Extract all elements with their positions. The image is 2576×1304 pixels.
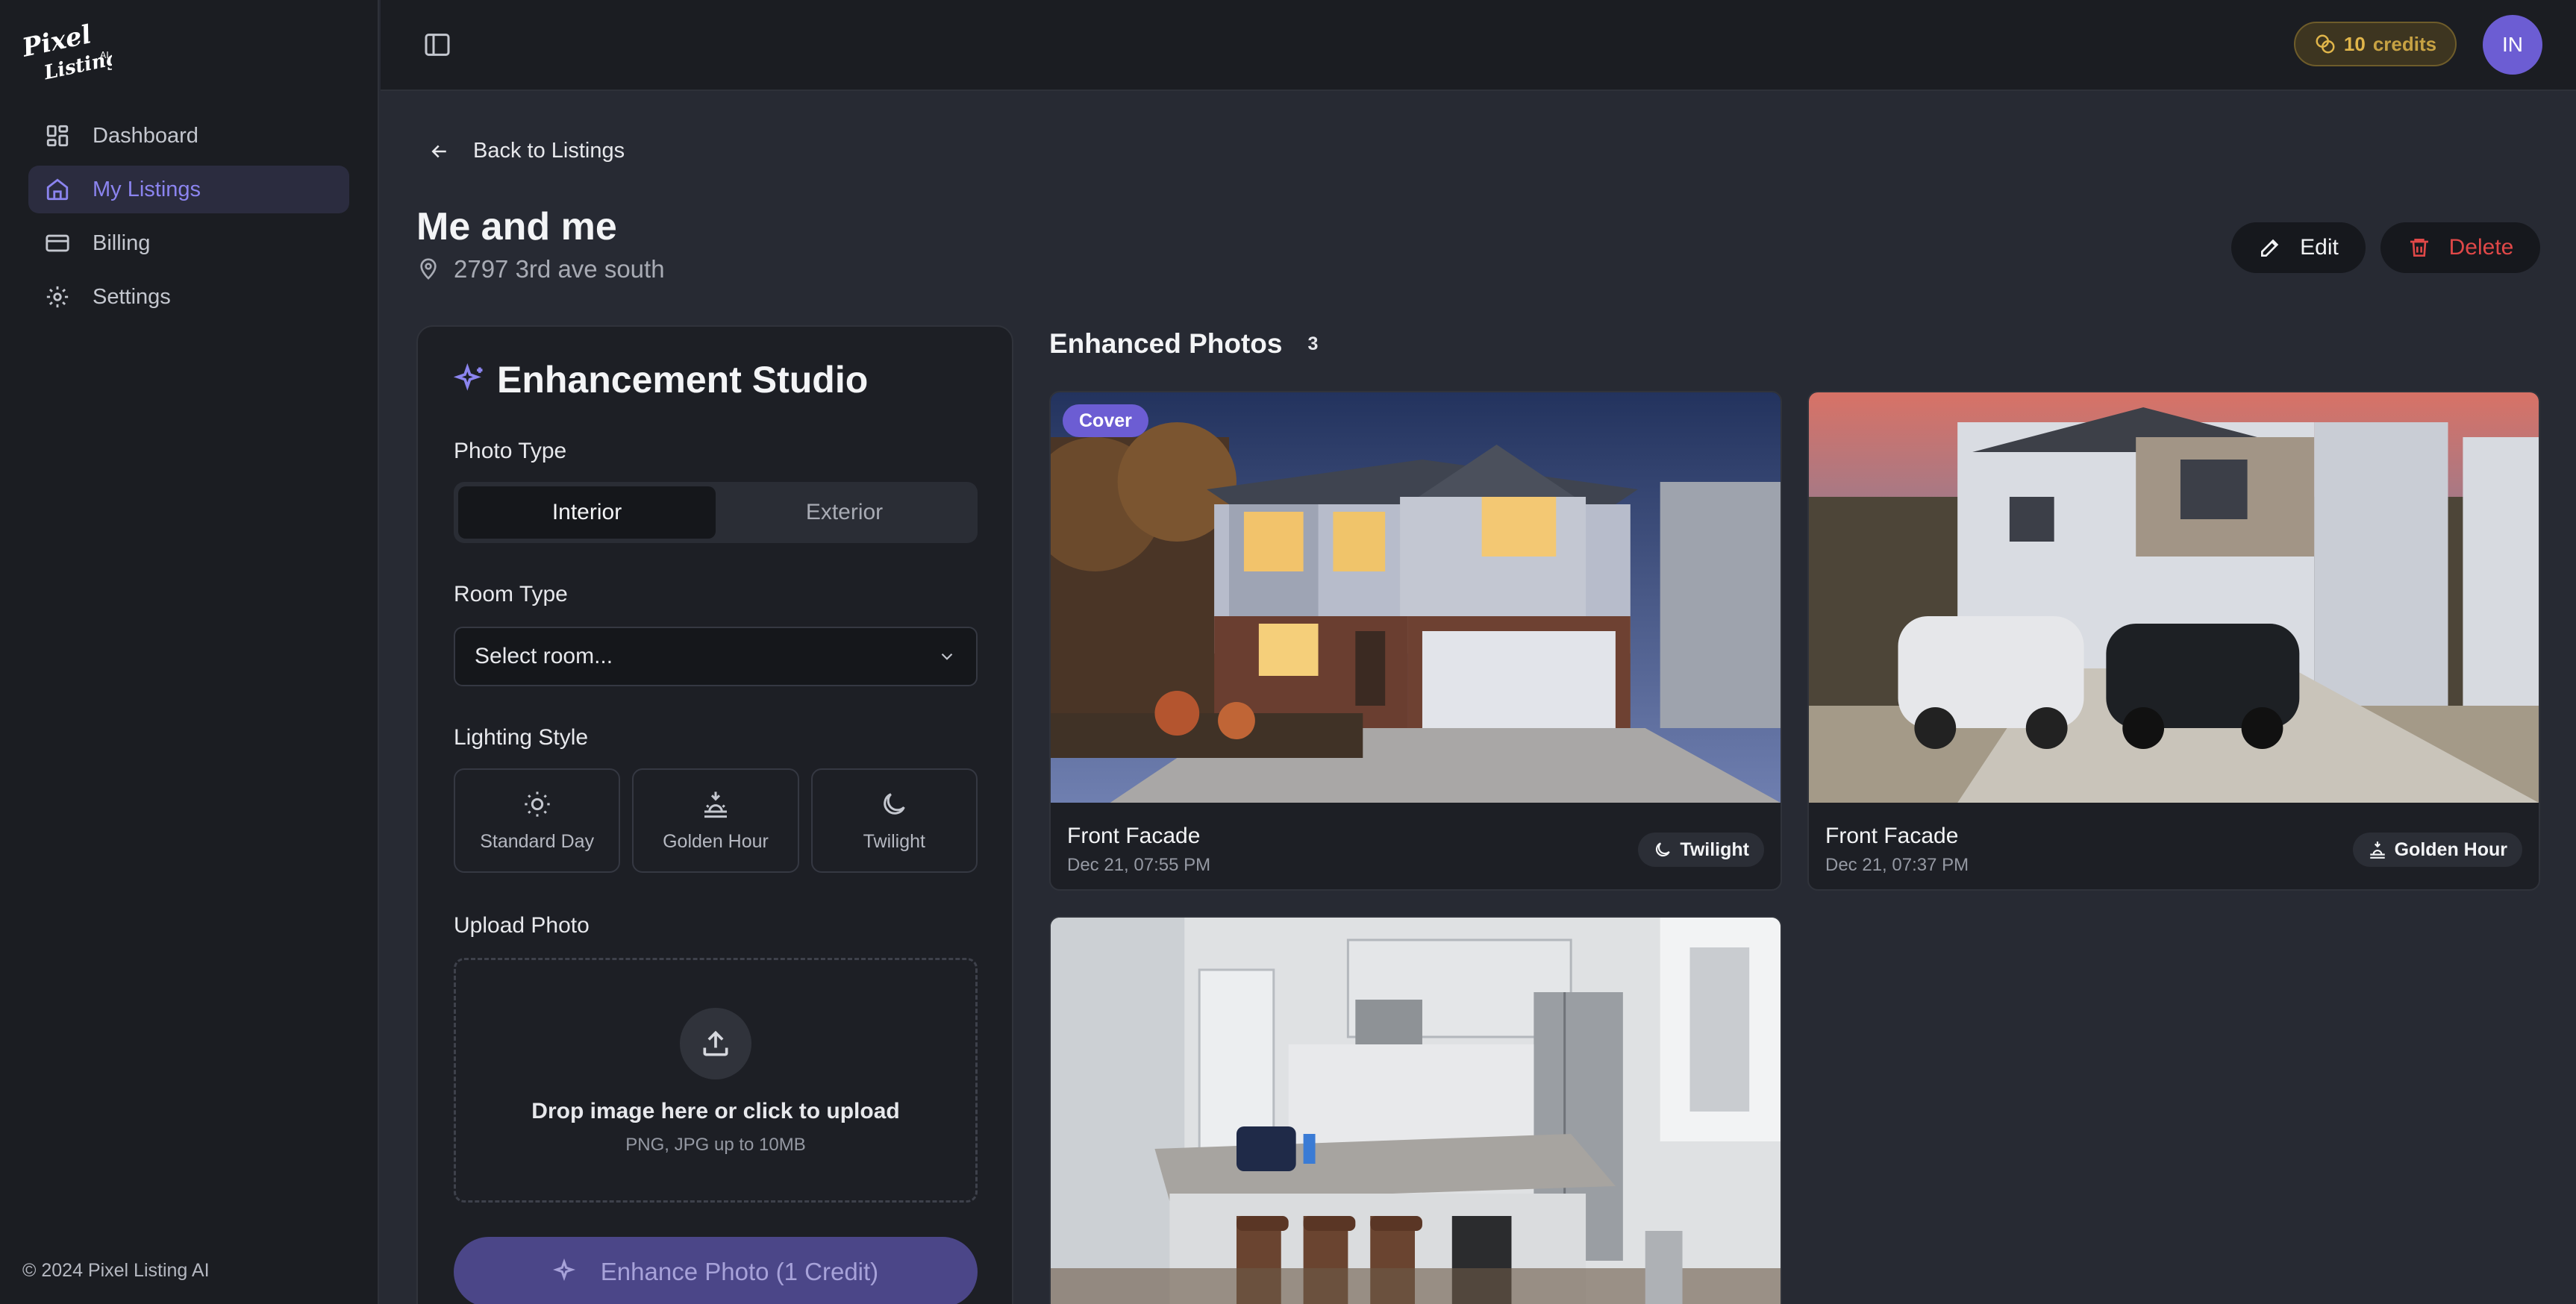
page-title: Me and me: [416, 205, 617, 248]
room-type-select[interactable]: Select room...: [454, 627, 978, 686]
sunset-icon: [704, 791, 727, 818]
studio-title: Enhancement Studio: [454, 358, 868, 401]
dashboard-icon: [46, 125, 69, 147]
photo-type-exterior[interactable]: Exterior: [716, 486, 973, 539]
sidebar-toggle-icon: [425, 34, 450, 56]
trash-icon: [2410, 239, 2428, 257]
chevron-down-icon: [941, 653, 953, 660]
photo-card-info: Front Facade Dec 21, 07:37 PM: [1825, 824, 1969, 876]
sidebar-item-dashboard[interactable]: Dashboard: [28, 112, 349, 160]
address-text: 2797 3rd ave south: [454, 255, 665, 283]
credit-card-icon: [46, 234, 69, 252]
lighting-tag: Golden Hour: [2352, 833, 2522, 867]
photo-date: Dec 21, 07:37 PM: [1825, 855, 1969, 875]
upload-hint: PNG, JPG up to 10MB: [625, 1135, 806, 1155]
sparkles-icon: [454, 363, 483, 391]
gallery-header: Enhanced Photos 3: [1049, 328, 1318, 360]
delete-label: Delete: [2448, 235, 2514, 260]
lighting-standard-day[interactable]: Standard Day: [454, 768, 621, 873]
back-to-listings-link[interactable]: Back to Listings: [428, 139, 625, 163]
photo-card[interactable]: Cover Front Facade Dec 21, 07:55 PM Twil…: [1049, 391, 1782, 891]
photo-thumbnail[interactable]: [1051, 918, 1781, 1304]
lighting-twilight[interactable]: Twilight: [810, 768, 978, 873]
photo-title: Front Facade: [1825, 824, 1959, 848]
gallery-title: Enhanced Photos: [1049, 328, 1283, 359]
upload-icon: [703, 1030, 728, 1056]
sidebar-item-settings[interactable]: Settings: [28, 273, 349, 321]
room-select-value: Select room...: [475, 644, 613, 668]
top-bar: 10 credits IN: [381, 0, 2576, 91]
enhancement-studio-panel: Enhancement Studio Photo Type Interior E…: [416, 325, 1013, 1304]
delete-button[interactable]: Delete: [2380, 222, 2540, 273]
lighting-label: Twilight: [863, 830, 925, 852]
photo-type-label: Photo Type: [454, 439, 567, 463]
sunset-icon: [2369, 841, 2385, 859]
enhance-button-label: Enhance Photo (1 Credit): [600, 1258, 879, 1285]
credits-badge[interactable]: 10 credits: [2294, 22, 2457, 66]
home-icon: [46, 178, 69, 201]
moon-icon: [884, 792, 906, 815]
photo-card[interactable]: [1049, 916, 1782, 1304]
moon-icon: [1656, 842, 1671, 857]
sidebar-item-label: Settings: [93, 284, 171, 309]
studio-title-text: Enhancement Studio: [497, 359, 869, 401]
lighting-label: Standard Day: [480, 830, 595, 852]
lighting-style-label: Lighting Style: [454, 725, 589, 750]
gallery-count: 3: [1307, 333, 1319, 354]
lighting-tag: Twilight: [1638, 833, 1764, 867]
photo-type-toggle: Interior Exterior: [454, 482, 978, 543]
lighting-tag-label: Golden Hour: [2394, 838, 2507, 860]
sidebar-item-label: Dashboard: [93, 123, 198, 148]
edit-label: Edit: [2300, 235, 2339, 260]
coins-icon: [2316, 34, 2335, 54]
photo-card[interactable]: Front Facade Dec 21, 07:37 PM Golden Hou…: [1807, 391, 2540, 891]
upload-dropzone[interactable]: Drop image here or click to upload PNG, …: [454, 958, 978, 1203]
edit-button[interactable]: Edit: [2231, 222, 2366, 273]
sidebar-toggle-button[interactable]: [422, 30, 452, 60]
credits-label: credits: [2372, 32, 2437, 55]
enhance-photo-button[interactable]: Enhance Photo (1 Credit): [454, 1237, 978, 1304]
photo-date: Dec 21, 07:55 PM: [1067, 855, 1211, 875]
sidebar-item-label: Billing: [93, 231, 151, 255]
back-label: Back to Listings: [473, 139, 625, 163]
photo-type-interior[interactable]: Interior: [458, 486, 716, 539]
copyright: © 2024 Pixel Listing AI: [22, 1260, 210, 1281]
sun-icon: [524, 791, 550, 817]
sidebar-item-billing[interactable]: Billing: [28, 219, 349, 267]
pencil-icon: [2261, 239, 2279, 257]
lighting-tag-label: Twilight: [1680, 838, 1749, 860]
upload-main-text: Drop image here or click to upload: [531, 1099, 900, 1123]
photo-card-info: Front Facade Dec 21, 07:55 PM: [1067, 824, 1210, 876]
sidebar-nav: Dashboard My Listings Billing Settings: [28, 112, 349, 327]
sidebar: Pixel Listing AI Dashboard My Listings B…: [0, 0, 379, 1304]
cover-badge: Cover: [1063, 404, 1148, 437]
lighting-label: Golden Hour: [663, 830, 769, 852]
sidebar-item-my-listings[interactable]: My Listings: [28, 166, 349, 213]
lighting-options: Standard Day Golden Hour Twilight: [454, 768, 978, 873]
avatar[interactable]: IN: [2483, 15, 2542, 75]
photo-thumbnail[interactable]: [1051, 392, 1781, 803]
map-pin-icon: [420, 258, 437, 280]
photo-thumbnail[interactable]: [1809, 392, 2539, 803]
photo-title: Front Facade: [1067, 824, 1201, 848]
credits-count: 10: [2343, 32, 2366, 55]
lighting-golden-hour[interactable]: Golden Hour: [632, 768, 799, 873]
room-type-label: Room Type: [454, 582, 568, 606]
arrow-left-icon: [431, 145, 446, 157]
upload-photo-label: Upload Photo: [454, 913, 590, 938]
app-logo[interactable]: Pixel Listing AI: [19, 19, 121, 84]
gear-icon: [46, 286, 69, 308]
upload-icon-circle: [680, 1008, 751, 1079]
listing-address: 2797 3rd ave south: [416, 255, 665, 283]
sparkles-icon: [552, 1258, 575, 1282]
sidebar-item-label: My Listings: [93, 177, 201, 201]
svg-text:AI: AI: [100, 50, 109, 60]
